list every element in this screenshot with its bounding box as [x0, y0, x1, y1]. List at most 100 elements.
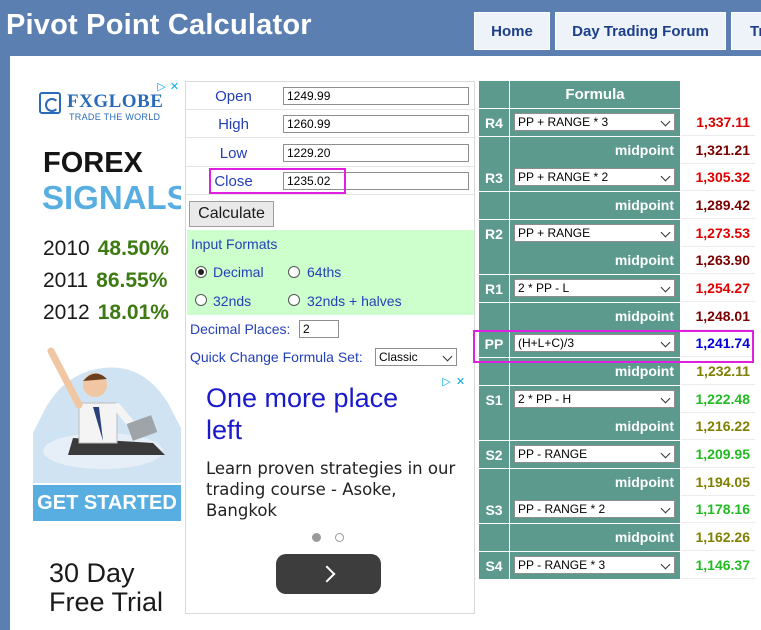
level-value: 1,254.27	[681, 275, 755, 302]
midpoint-value: 1,194.05	[681, 469, 755, 496]
high-row: High 1260.99	[186, 110, 474, 138]
32nds-radio[interactable]	[195, 294, 207, 306]
formula-value: 2 * PP - L	[518, 281, 570, 295]
formula-value: PP - RANGE * 3	[518, 558, 606, 572]
top-bar: Pivot Point Calculator Home Day Trading …	[0, 0, 761, 56]
ad-stat-2010: 2010 48.50%	[43, 237, 169, 261]
panel-ad-body: Learn proven strategies in our trading c…	[206, 459, 456, 520]
open-input[interactable]: 1249.99	[283, 87, 469, 105]
level-label: R1	[479, 275, 509, 302]
carousel-dot[interactable]	[335, 533, 344, 542]
formula-value: PP + RANGE * 2	[518, 170, 609, 184]
formula-set-select[interactable]: Classic	[375, 348, 457, 366]
nav-home-button[interactable]: Home	[474, 12, 550, 50]
stat-year: 2012	[43, 301, 90, 324]
ad-get-started-button[interactable]: GET STARTED	[33, 485, 181, 521]
midpoint-label-spacer	[479, 524, 509, 551]
input-formats-box: Input Formats Decimal 64ths 32nds 32nds …	[187, 230, 474, 315]
level-label: S2	[479, 441, 509, 468]
low-row: Low 1229.20	[186, 139, 474, 167]
panel-ad[interactable]: ▷ ✕ One more place left Learn proven str…	[190, 372, 474, 612]
level-label: R3	[479, 164, 509, 191]
ad-next-button[interactable]	[276, 554, 381, 594]
formula-cell: 2 * PP - L	[510, 275, 680, 302]
level-value: 1,146.37	[681, 552, 755, 579]
decimal-places-input[interactable]: 2	[299, 320, 339, 338]
64ths-label: 64ths	[307, 264, 342, 280]
open-row: Open 1249.99	[186, 82, 474, 110]
formula-select[interactable]: 2 * PP - H	[514, 390, 675, 408]
chevron-down-icon	[660, 448, 671, 459]
low-input[interactable]: 1229.20	[283, 144, 469, 162]
ad-close-icon[interactable]: ✕	[454, 376, 467, 389]
stat-year: 2010	[43, 237, 90, 260]
input-panel: Open 1249.99 High 1260.99 Low 1229.20 Cl…	[185, 81, 475, 614]
high-label: High	[218, 116, 249, 133]
level-value: 1,241.74	[681, 330, 755, 357]
ad-headline-signals: SIGNALS	[42, 179, 181, 216]
ad-close-icon[interactable]: ✕	[168, 81, 181, 94]
32nds-label: 32nds	[213, 293, 252, 309]
ad-trial-text: 30 Day Free Trial	[49, 559, 163, 617]
ad-businessman-illustration	[33, 333, 181, 483]
midpoint-value: 1,321.21	[681, 137, 755, 164]
midpoint-label-spacer	[479, 469, 509, 496]
chevron-down-icon	[660, 171, 671, 182]
pivot-table: Formula R4 PP + RANGE * 3 1,337.11 midpoint…	[479, 81, 755, 579]
level-value: 1,273.53	[681, 220, 755, 247]
midpoint-value: 1,162.26	[681, 524, 755, 551]
level-row-s1: S1 2 * PP - H 1,222.48	[479, 386, 755, 413]
formula-cell: PP + RANGE	[510, 220, 680, 247]
level-label: S3	[479, 496, 509, 523]
decimal-label: Decimal	[213, 264, 264, 280]
formula-value: PP - RANGE * 2	[518, 502, 606, 516]
midpoint-row: midpoint 1,216.22	[479, 413, 755, 440]
midpoint-label: midpoint	[510, 192, 680, 219]
ad-brand: FXGLOBE	[67, 91, 164, 112]
close-row: Close 1235.02	[186, 167, 474, 195]
formula-select[interactable]: PP - RANGE	[514, 445, 675, 463]
nav-day-trading-forum-button[interactable]: Day Trading Forum	[555, 12, 726, 50]
midpoint-label-spacer	[479, 192, 509, 219]
calculate-button[interactable]: Calculate	[189, 201, 274, 227]
ad-choices-icon[interactable]: ▷	[440, 376, 453, 389]
chevron-down-icon	[442, 351, 453, 362]
midpoint-row: midpoint 1,263.90	[479, 247, 755, 274]
formula-select[interactable]: PP + RANGE	[514, 224, 675, 242]
panel-ad-headline[interactable]: One more place left	[206, 382, 436, 446]
table-header-corner	[479, 81, 509, 108]
32nds-halves-radio[interactable]	[288, 294, 300, 306]
formula-select[interactable]: (H+L+C)/3	[514, 334, 675, 352]
chevron-down-icon	[660, 282, 671, 293]
input-formats-title: Input Formats	[191, 236, 278, 252]
stat-year: 2011	[43, 269, 89, 292]
midpoint-row: midpoint 1,232.11	[479, 358, 755, 385]
formula-select[interactable]: PP - RANGE * 2	[514, 500, 675, 518]
chevron-down-icon	[660, 227, 671, 238]
level-row-r2: R2 PP + RANGE 1,273.53	[479, 220, 755, 247]
32nds-halves-label: 32nds + halves	[307, 293, 402, 309]
low-label: Low	[219, 145, 248, 162]
formula-value: PP + RANGE	[518, 226, 591, 240]
formula-cell: PP - RANGE * 3	[510, 552, 680, 579]
nav-truncated-button[interactable]: Tr	[731, 12, 761, 50]
formula-select[interactable]: PP - RANGE * 3	[514, 556, 675, 574]
high-input[interactable]: 1260.99	[283, 115, 469, 133]
formula-select[interactable]: 2 * PP - L	[514, 279, 675, 297]
64ths-radio[interactable]	[288, 266, 300, 278]
midpoint-row: midpoint 1,321.21	[479, 137, 755, 164]
chevron-down-icon	[660, 393, 671, 404]
level-row-s2: S2 PP - RANGE 1,209.95	[479, 441, 755, 468]
level-value: 1,222.48	[681, 386, 755, 413]
formula-select[interactable]: PP + RANGE * 3	[514, 113, 675, 131]
decimal-radio[interactable]	[195, 266, 207, 278]
carousel-dot-active[interactable]	[312, 533, 321, 542]
close-input[interactable]: 1235.02	[283, 172, 469, 190]
level-value: 1,305.32	[681, 164, 755, 191]
close-label: Close	[214, 173, 253, 190]
formula-value: PP - RANGE	[518, 447, 588, 461]
open-label: Open	[215, 88, 252, 105]
formula-select[interactable]: PP + RANGE * 2	[514, 168, 675, 186]
formula-header: Formula	[510, 81, 680, 108]
left-ad-banner[interactable]: ▷ ✕ FXGLOBE TRADE THE WORLD FOREX SIGNAL…	[33, 81, 181, 619]
